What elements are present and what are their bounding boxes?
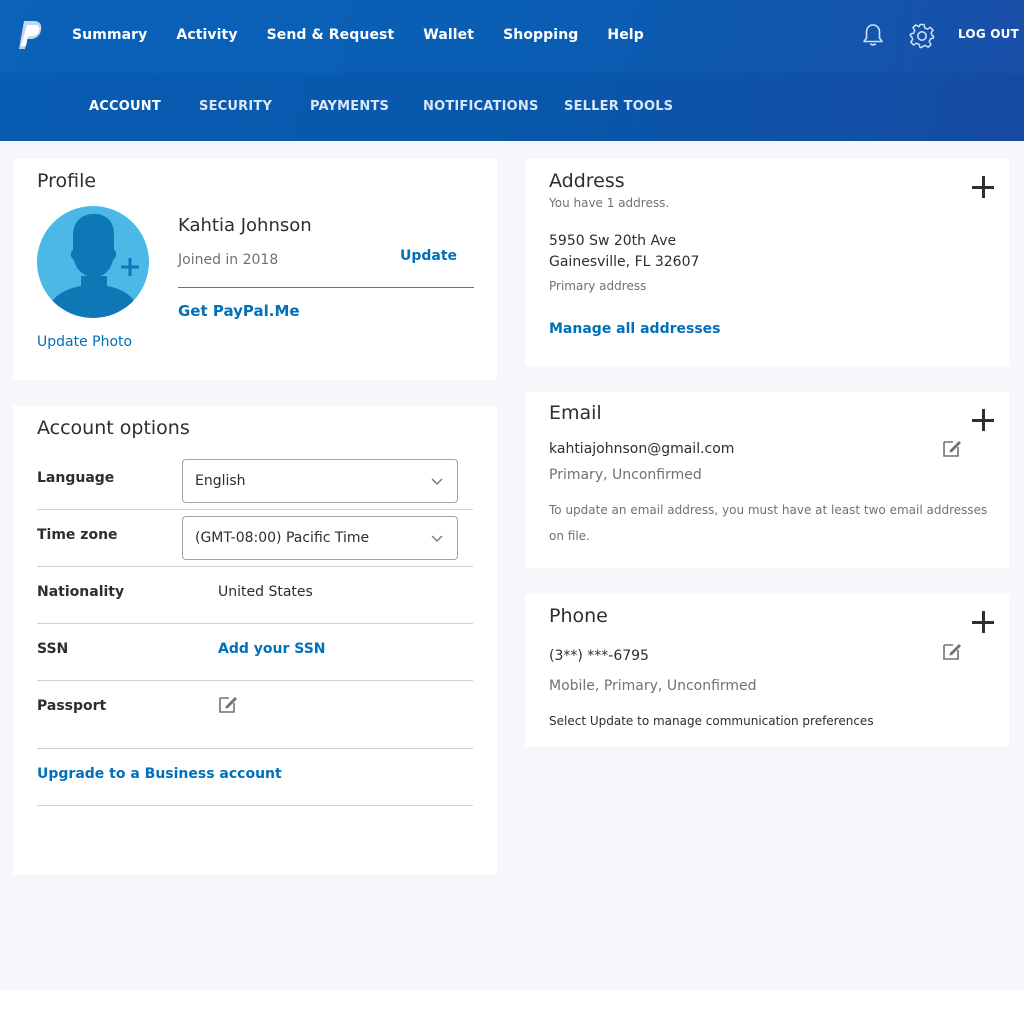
address-type: Primary address: [549, 279, 647, 293]
row-divider: [37, 680, 473, 681]
tab-seller-tools[interactable]: SELLER TOOLS: [564, 99, 673, 114]
address-line2: Gainesville, FL 32607: [549, 254, 700, 270]
email-status: Primary, Unconfirmed: [549, 467, 702, 483]
paypal-logo-icon[interactable]: [18, 20, 44, 50]
row-divider: [37, 509, 473, 510]
add-ssn-link[interactable]: Add your SSN: [218, 641, 326, 657]
row-divider: [37, 748, 473, 749]
phone-status: Mobile, Primary, Unconfirmed: [549, 678, 757, 694]
phone-number: (3**) ***-6795: [549, 648, 649, 664]
ssn-label: SSN: [37, 641, 69, 657]
phone-edit-icon[interactable]: [942, 641, 962, 661]
phone-title: Phone: [549, 605, 608, 627]
language-label: Language: [37, 470, 115, 486]
tab-notifications[interactable]: NOTIFICATIONS: [423, 99, 539, 114]
gear-icon[interactable]: [908, 22, 936, 50]
language-value: English: [195, 473, 246, 489]
nav-wallet[interactable]: Wallet: [423, 25, 474, 45]
email-note-line2: on file.: [549, 529, 590, 543]
nav-send-request[interactable]: Send & Request: [267, 25, 395, 45]
update-photo-link[interactable]: Update Photo: [37, 334, 132, 350]
get-paypal-me-link[interactable]: Get PayPal.Me: [178, 302, 300, 320]
row-divider: [37, 566, 473, 567]
timezone-value: (GMT-08:00) Pacific Time: [195, 530, 370, 546]
address-count: You have 1 address.: [549, 196, 670, 210]
email-title: Email: [549, 402, 602, 424]
account-options-card: Account options Language English Time zo…: [13, 406, 497, 875]
nationality-label: Nationality: [37, 584, 125, 600]
add-address-icon[interactable]: [972, 176, 994, 198]
nav-activity[interactable]: Activity: [176, 25, 237, 45]
account-options-title: Account options: [37, 417, 190, 439]
update-profile-link[interactable]: Update: [400, 248, 457, 264]
profile-title: Profile: [37, 170, 97, 192]
row-divider: [37, 623, 473, 624]
passport-label: Passport: [37, 698, 107, 714]
passport-edit-icon[interactable]: [218, 694, 238, 714]
top-navigation-bar: Summary Activity Send & Request Wallet S…: [0, 0, 1024, 141]
profile-divider: [178, 287, 474, 288]
upgrade-business-link[interactable]: Upgrade to a Business account: [37, 766, 282, 782]
language-select[interactable]: English: [182, 459, 458, 503]
nav-shopping[interactable]: Shopping: [503, 25, 578, 45]
timezone-label: Time zone: [37, 527, 118, 543]
email-address: kahtiajohnson@gmail.com: [549, 441, 735, 457]
phone-card: Phone (3**) ***-6795 Mobile, Primary, Un…: [525, 594, 1009, 747]
email-card: Email kahtiajohnson@gmail.com Primary, U…: [525, 392, 1009, 568]
address-title: Address: [549, 170, 625, 192]
phone-note: Select Update to manage communication pr…: [549, 714, 874, 728]
nav-summary[interactable]: Summary: [72, 25, 147, 45]
chevron-down-icon: [431, 478, 443, 485]
timezone-select[interactable]: (GMT-08:00) Pacific Time: [182, 516, 458, 560]
add-phone-icon[interactable]: [972, 611, 994, 633]
chevron-down-icon: [431, 535, 443, 542]
add-email-icon[interactable]: [972, 409, 994, 431]
address-card: Address You have 1 address. 5950 Sw 20th…: [525, 159, 1009, 366]
profile-card: Profile Update Photo Kahtia Johnson Join…: [13, 159, 497, 380]
row-divider: [37, 805, 473, 806]
tab-account[interactable]: ACCOUNT: [89, 99, 161, 114]
joined-date: Joined in 2018: [178, 252, 279, 268]
address-line1: 5950 Sw 20th Ave: [549, 233, 677, 249]
avatar-icon[interactable]: [37, 206, 149, 318]
nationality-value: United States: [218, 584, 313, 600]
main-content: Profile Update Photo Kahtia Johnson Join…: [0, 141, 1024, 990]
email-note-line1: To update an email address, you must hav…: [549, 503, 988, 517]
tab-security[interactable]: SECURITY: [199, 99, 272, 114]
tab-payments[interactable]: PAYMENTS: [310, 99, 389, 114]
profile-name: Kahtia Johnson: [178, 215, 312, 236]
logout-link[interactable]: LOG OUT: [958, 27, 1019, 41]
nav-help[interactable]: Help: [607, 25, 643, 45]
email-edit-icon[interactable]: [942, 438, 962, 458]
bell-icon[interactable]: [860, 22, 886, 48]
main-nav: Summary Activity Send & Request Wallet S…: [72, 25, 673, 45]
manage-addresses-link[interactable]: Manage all addresses: [549, 321, 721, 337]
